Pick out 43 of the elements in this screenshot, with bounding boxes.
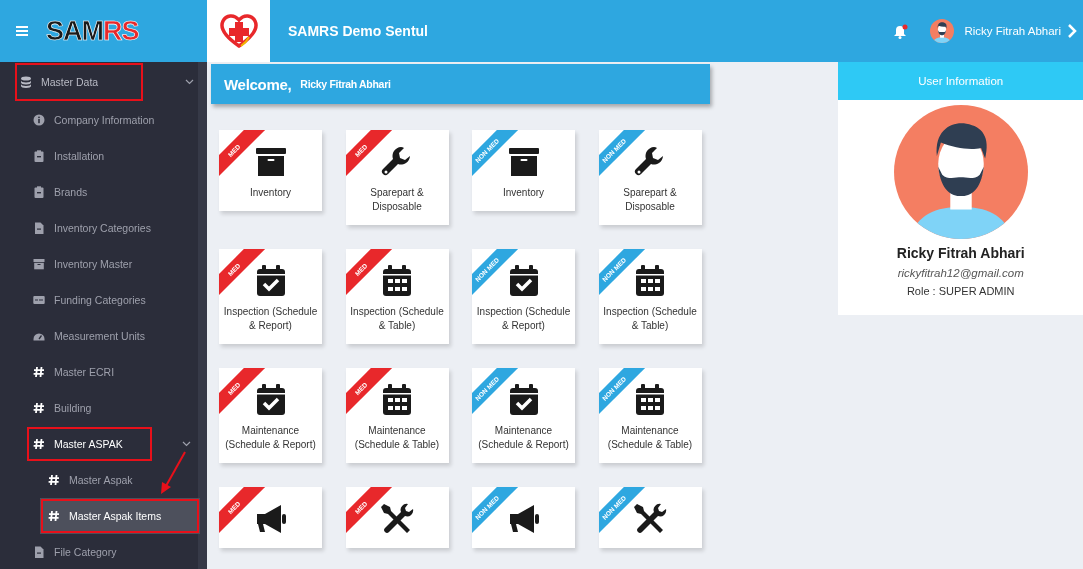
sidebar-item[interactable]: Brands — [0, 174, 198, 210]
sidebar-item[interactable]: Measurement Units — [0, 318, 198, 354]
sidebar-item[interactable]: Master Aspak — [0, 462, 198, 498]
database-icon — [20, 76, 32, 88]
hash-icon — [33, 366, 45, 378]
card-header: User Information — [838, 62, 1083, 100]
info-icon — [33, 114, 45, 126]
sidebar-item[interactable]: Master ASPAK — [26, 426, 153, 462]
welcome-greeting: Welcome, — [224, 75, 292, 93]
sidebar-item[interactable]: Installation — [0, 138, 198, 174]
hash-icon — [48, 510, 60, 522]
user-email: rickyfitrah12@gmail.com — [897, 267, 1024, 279]
sidebar-item[interactable]: Master Aspak Items — [40, 498, 200, 534]
chevron-right-icon[interactable] — [1067, 24, 1077, 38]
logo: SAMRS — [46, 15, 139, 47]
clipboard-icon — [33, 150, 45, 162]
user-role: Role : SUPER ADMIN — [906, 285, 1015, 297]
app-title: SAMRS Demo Sentul — [288, 23, 429, 39]
clipboard-icon — [33, 186, 45, 198]
card-icon — [33, 294, 45, 306]
welcome-name: Ricky Fitrah Abhari — [300, 78, 391, 90]
sidebar-item[interactable]: File Category — [0, 534, 198, 569]
sidebar-item[interactable]: Inventory Master — [0, 246, 198, 282]
sidebar-item[interactable]: Master ECRI — [0, 354, 198, 390]
sidebar-item[interactable]: Funding Categories — [0, 282, 198, 318]
user-name: Ricky Fitrah Abhari — [896, 245, 1025, 261]
hash-icon — [33, 438, 45, 450]
sidebar-item[interactable]: Building — [0, 390, 198, 426]
hash-icon — [48, 474, 60, 486]
hospital-logo — [207, 0, 270, 62]
sidebar-item[interactable]: Master Data — [14, 62, 144, 102]
avatar-icon[interactable] — [930, 19, 955, 43]
file-icon — [33, 222, 45, 234]
file-icon — [33, 546, 45, 558]
avatar-icon — [893, 105, 1028, 239]
chevron-down-icon — [182, 441, 191, 447]
hash-icon — [33, 402, 45, 414]
archive-icon — [33, 258, 45, 270]
sidebar-item[interactable]: Company Information — [0, 102, 198, 138]
notification-icon[interactable] — [894, 23, 909, 39]
menu-icon[interactable] — [16, 26, 28, 36]
sidebar-item[interactable]: Inventory Categories — [0, 210, 198, 246]
chevron-down-icon — [185, 79, 194, 85]
